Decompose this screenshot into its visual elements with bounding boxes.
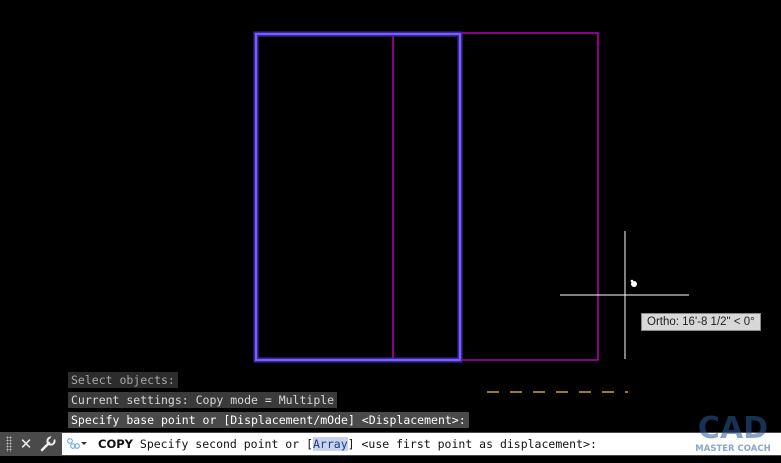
- history-line-base-point: Specify base point or [Displacement/mOde…: [68, 412, 469, 428]
- cursor-pickbox-icon: [630, 279, 637, 287]
- watermark-sub-text: MASTER COACH: [695, 444, 770, 454]
- command-name: COPY: [98, 437, 133, 451]
- crosshair-cursor: [560, 231, 689, 359]
- grip-icon[interactable]: [6, 436, 12, 452]
- selected-rectangle[interactable]: [255, 33, 461, 361]
- copied-rectangle[interactable]: [392, 32, 599, 361]
- watermark-main-text: CAD: [698, 411, 768, 446]
- selected-rectangle-glow: [253, 31, 463, 363]
- ortho-tooltip: Ortho: 16'-8 1/2" < 0°: [641, 313, 761, 331]
- history-line-select-objects: Select objects:: [68, 372, 178, 388]
- command-prompt: COPY Specify second point or [Array] <us…: [98, 433, 597, 455]
- command-bar: ✕ COPY Specify second point or [Array] <…: [0, 432, 781, 456]
- wrench-icon[interactable]: [38, 434, 58, 454]
- command-icon[interactable]: [65, 436, 87, 452]
- prompt-before: Specify second point or [: [132, 437, 313, 451]
- prompt-after: ] <use first point as displacement>:: [347, 437, 597, 451]
- command-line-input[interactable]: COPY Specify second point or [Array] <us…: [62, 433, 781, 455]
- history-line-current-settings: Current settings: Copy mode = Multiple: [68, 392, 338, 408]
- watermark-logo: CAD MASTER COACH: [695, 411, 770, 454]
- option-array[interactable]: Array: [313, 437, 348, 451]
- close-icon[interactable]: ✕: [16, 434, 36, 454]
